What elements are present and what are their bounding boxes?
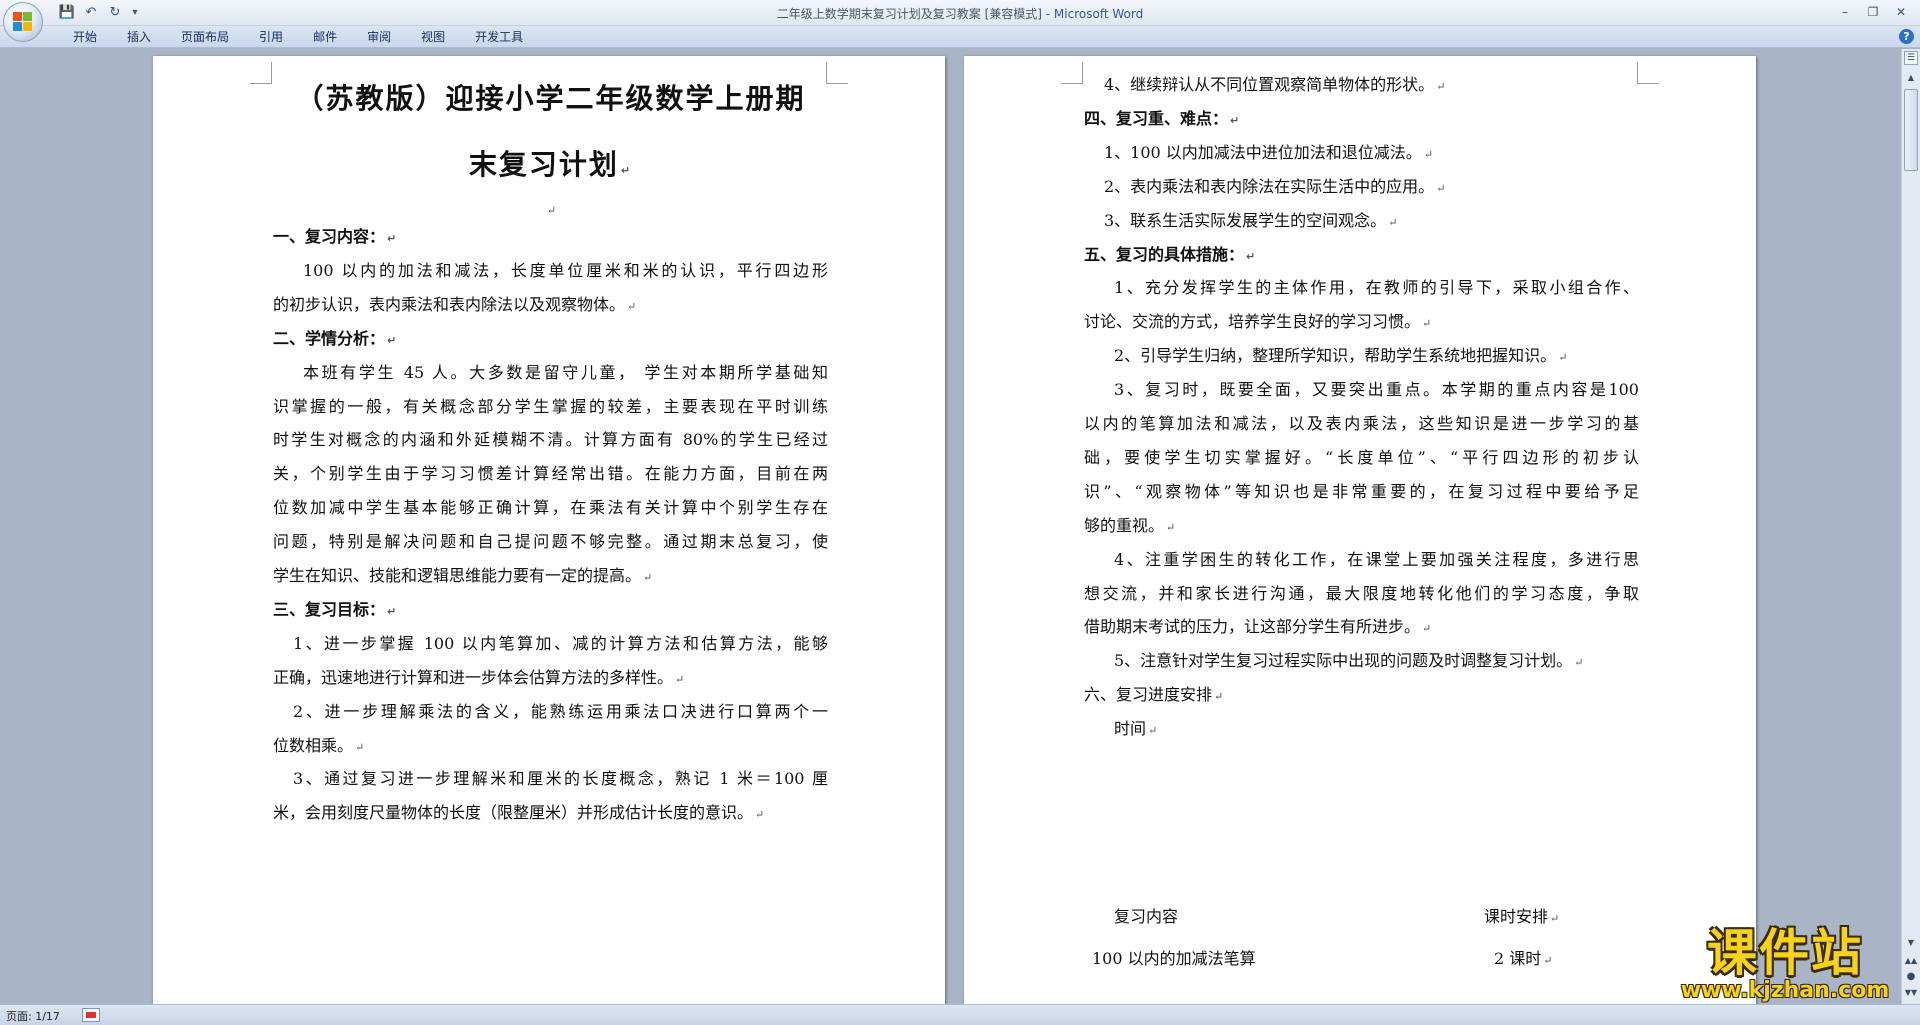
document-title-line-1: （苏教版）迎接小学二年级数学上册期: [295, 82, 806, 115]
schedule-row: 100 以内的加减法笔算 2 课时 ↵: [1084, 938, 1639, 980]
status-bar: 页面: 1/17: [0, 1004, 1920, 1025]
schedule-row-hours: 2 课时 ↵: [1494, 949, 1553, 968]
ribbon-tabs: 开始 插入 页面布局 引用 邮件 审阅 视图 开发工具: [58, 29, 538, 46]
tab-insert[interactable]: 插入: [112, 29, 166, 46]
ribbon: 开始 插入 页面布局 引用 邮件 审阅 视图 开发工具 ?: [0, 26, 1920, 48]
schedule-row-content: 100 以内的加减法笔算: [1092, 949, 1256, 968]
page-2[interactable]: 4、继续辩认从不同位置观察简单物体的形状。 ↵ 四、复习重、难点： ↵ 1、100 以内…: [964, 56, 1756, 1004]
schedule-col-content: 复习内容: [1114, 907, 1179, 926]
help-icon[interactable]: ?: [1899, 29, 1914, 44]
office-logo-icon: [13, 12, 33, 32]
scroll-thumb[interactable]: [1904, 89, 1918, 171]
tab-review[interactable]: 审阅: [352, 29, 406, 46]
close-button[interactable]: ✕: [1888, 2, 1914, 22]
proofing-icon[interactable]: [82, 1008, 100, 1022]
scroll-up-arrow-icon[interactable]: ▲: [1904, 71, 1918, 85]
document-name: 二年级上数学期末复习计划及复习教案 [兼容模式] -: [776, 7, 1054, 21]
schedule-col-hours: 课时安排 ↵: [1484, 907, 1560, 926]
window-title: 二年级上数学期末复习计划及复习教案 [兼容模式] - Microsoft Wor…: [0, 5, 1920, 22]
scroll-down-arrow-icon[interactable]: ▼: [1904, 936, 1918, 950]
watermark-url: www.kjzhan.com: [1680, 978, 1890, 1003]
office-button[interactable]: [3, 2, 43, 42]
view-ruler-icon[interactable]: ☰: [1904, 51, 1918, 65]
watermark-logo: 课件站 www.kjzhan.com: [1666, 926, 1904, 1002]
tab-view[interactable]: 视图: [406, 29, 460, 46]
select-browse-object-icon[interactable]: ●: [1904, 970, 1918, 984]
next-page-icon[interactable]: ▼▼: [1904, 986, 1918, 1000]
tab-mailings[interactable]: 邮件: [298, 29, 352, 46]
document-title-line-2: 末复习计划 ↵: [468, 148, 633, 181]
restore-button[interactable]: ❐: [1860, 2, 1886, 22]
margin-corner-mark: [1061, 62, 1083, 84]
minimize-button[interactable]: –: [1832, 2, 1858, 22]
vertical-scrollbar[interactable]: ☰ ▲ ▼ ▲▲ ● ▼▼: [1901, 49, 1920, 1004]
tab-developer[interactable]: 开发工具: [460, 29, 538, 46]
watermark-brand: 课件站: [1707, 924, 1863, 982]
title-bar: 💾 ↶ ↻ ▾ 二年级上数学期末复习计划及复习教案 [兼容模式] - Micro…: [0, 0, 1920, 42]
margin-corner-mark: [250, 62, 272, 84]
page-count[interactable]: 页面: 1/17: [6, 1008, 60, 1024]
text-line: 时间 ↵: [1114, 719, 1158, 739]
text-line: 米，会用刻度尺量物体的长度（限整厘米）并形成估计长度的意识。 ↵: [273, 803, 765, 823]
app-name: Microsoft Word: [1053, 7, 1144, 21]
document-workspace: （苏教版）迎接小学二年级数学上册期 末复习计划 ↵ ↵ 一、复习内容： ↵ 100 以…: [0, 49, 1901, 1004]
tab-page-layout[interactable]: 页面布局: [166, 29, 244, 46]
previous-page-icon[interactable]: ▲▲: [1904, 954, 1918, 968]
schedule-header-row: 复习内容 课时安排 ↵: [1084, 896, 1639, 938]
tab-home[interactable]: 开始: [58, 29, 112, 46]
window-controls: – ❐ ✕: [1832, 2, 1914, 22]
page-1[interactable]: （苏教版）迎接小学二年级数学上册期 末复习计划 ↵ ↵ 一、复习内容： ↵ 100 以…: [153, 56, 945, 1004]
margin-corner-mark: [1637, 62, 1659, 84]
margin-corner-mark: [826, 62, 848, 84]
tab-references[interactable]: 引用: [244, 29, 298, 46]
